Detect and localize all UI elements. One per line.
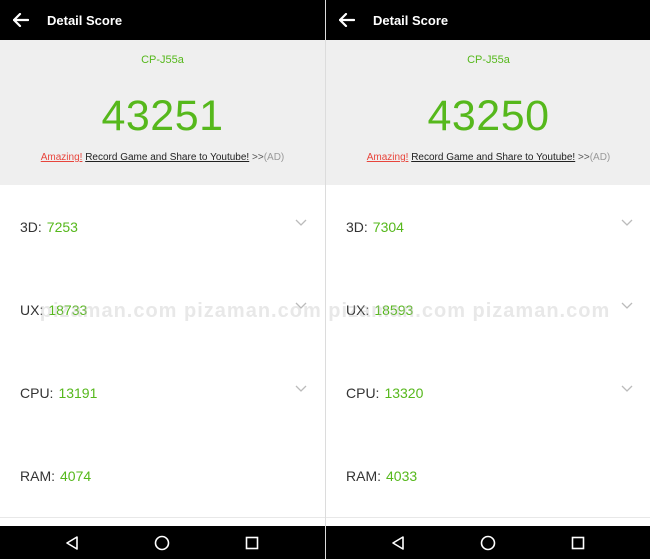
row-value: 13191 (58, 384, 98, 401)
chevron-down-icon (621, 385, 633, 392)
row-value: 4074 (60, 467, 92, 484)
score-header: CP-J55a 43250 Amazing! Record Game and S… (326, 40, 650, 185)
promo-chevrons: >> (252, 152, 264, 163)
square-recents-icon[interactable] (569, 534, 587, 552)
record-game-link[interactable]: Record Game and Share to Youtube! (411, 152, 575, 163)
device-name: CP-J55a (141, 54, 184, 66)
score-row-cpu[interactable]: CPU: 13320 (326, 351, 650, 435)
record-game-link[interactable]: Record Game and Share to Youtube! (85, 152, 249, 163)
score-row-3d[interactable]: 3D: 7253 (0, 185, 325, 269)
app-bar: Detail Score (326, 0, 650, 40)
arrow-left-icon[interactable] (337, 10, 357, 30)
square-recents-icon[interactable] (243, 534, 261, 552)
row-label: 3D: (20, 218, 42, 235)
screen-left: Detail Score CP-J55a 43251 Amazing! Reco… (0, 0, 325, 559)
row-value: 7304 (372, 218, 404, 235)
amazing-link[interactable]: Amazing! (41, 152, 83, 163)
row-value: 4033 (386, 467, 418, 484)
row-value: 18733 (48, 301, 88, 318)
chevron-down-icon (621, 219, 633, 226)
row-label: UX: (20, 301, 44, 318)
ad-label: (AD) (263, 152, 285, 163)
total-score: 43251 (101, 92, 224, 140)
score-row-ux[interactable]: UX: 18593 (326, 268, 650, 352)
circle-home-icon[interactable] (479, 534, 497, 552)
circle-home-icon[interactable] (153, 534, 171, 552)
score-row-ux[interactable]: UX: 18733 (0, 268, 325, 352)
chevron-down-icon (295, 385, 307, 392)
row-label: CPU: (20, 384, 54, 401)
arrow-left-icon[interactable] (11, 10, 31, 30)
row-value: 7253 (46, 218, 78, 235)
row-label: UX: (346, 301, 370, 318)
score-header: CP-J55a 43251 Amazing! Record Game and S… (0, 40, 325, 185)
row-value: 13320 (384, 384, 424, 401)
app-bar: Detail Score (0, 0, 325, 40)
chevron-down-icon (295, 219, 307, 226)
promo-line: Amazing! Record Game and Share to Youtub… (326, 152, 650, 163)
chevron-down-icon (621, 302, 633, 309)
screen-right: Detail Score CP-J55a 43250 Amazing! Reco… (326, 0, 650, 559)
row-label: RAM: (20, 467, 55, 484)
system-nav-bar (0, 526, 325, 559)
amazing-link[interactable]: Amazing! (367, 152, 409, 163)
score-row-cpu[interactable]: CPU: 13191 (0, 351, 325, 435)
total-score: 43250 (427, 92, 550, 140)
page-title: Detail Score (47, 12, 123, 28)
page-title: Detail Score (373, 12, 449, 28)
promo-line: Amazing! Record Game and Share to Youtub… (0, 152, 325, 163)
row-label: 3D: (346, 218, 368, 235)
row-label: CPU: (346, 384, 380, 401)
chevron-down-icon (295, 302, 307, 309)
device-name: CP-J55a (467, 54, 510, 66)
triangle-back-icon[interactable] (389, 534, 407, 552)
triangle-back-icon[interactable] (63, 534, 81, 552)
row-label: RAM: (346, 467, 381, 484)
score-row-ram[interactable]: RAM: 4033 (326, 434, 650, 518)
row-value: 18593 (374, 301, 414, 318)
ad-label: (AD) (589, 152, 611, 163)
system-nav-bar (326, 526, 650, 559)
score-row-3d[interactable]: 3D: 7304 (326, 185, 650, 269)
score-row-ram[interactable]: RAM: 4074 (0, 434, 325, 518)
promo-chevrons: >> (578, 152, 590, 163)
